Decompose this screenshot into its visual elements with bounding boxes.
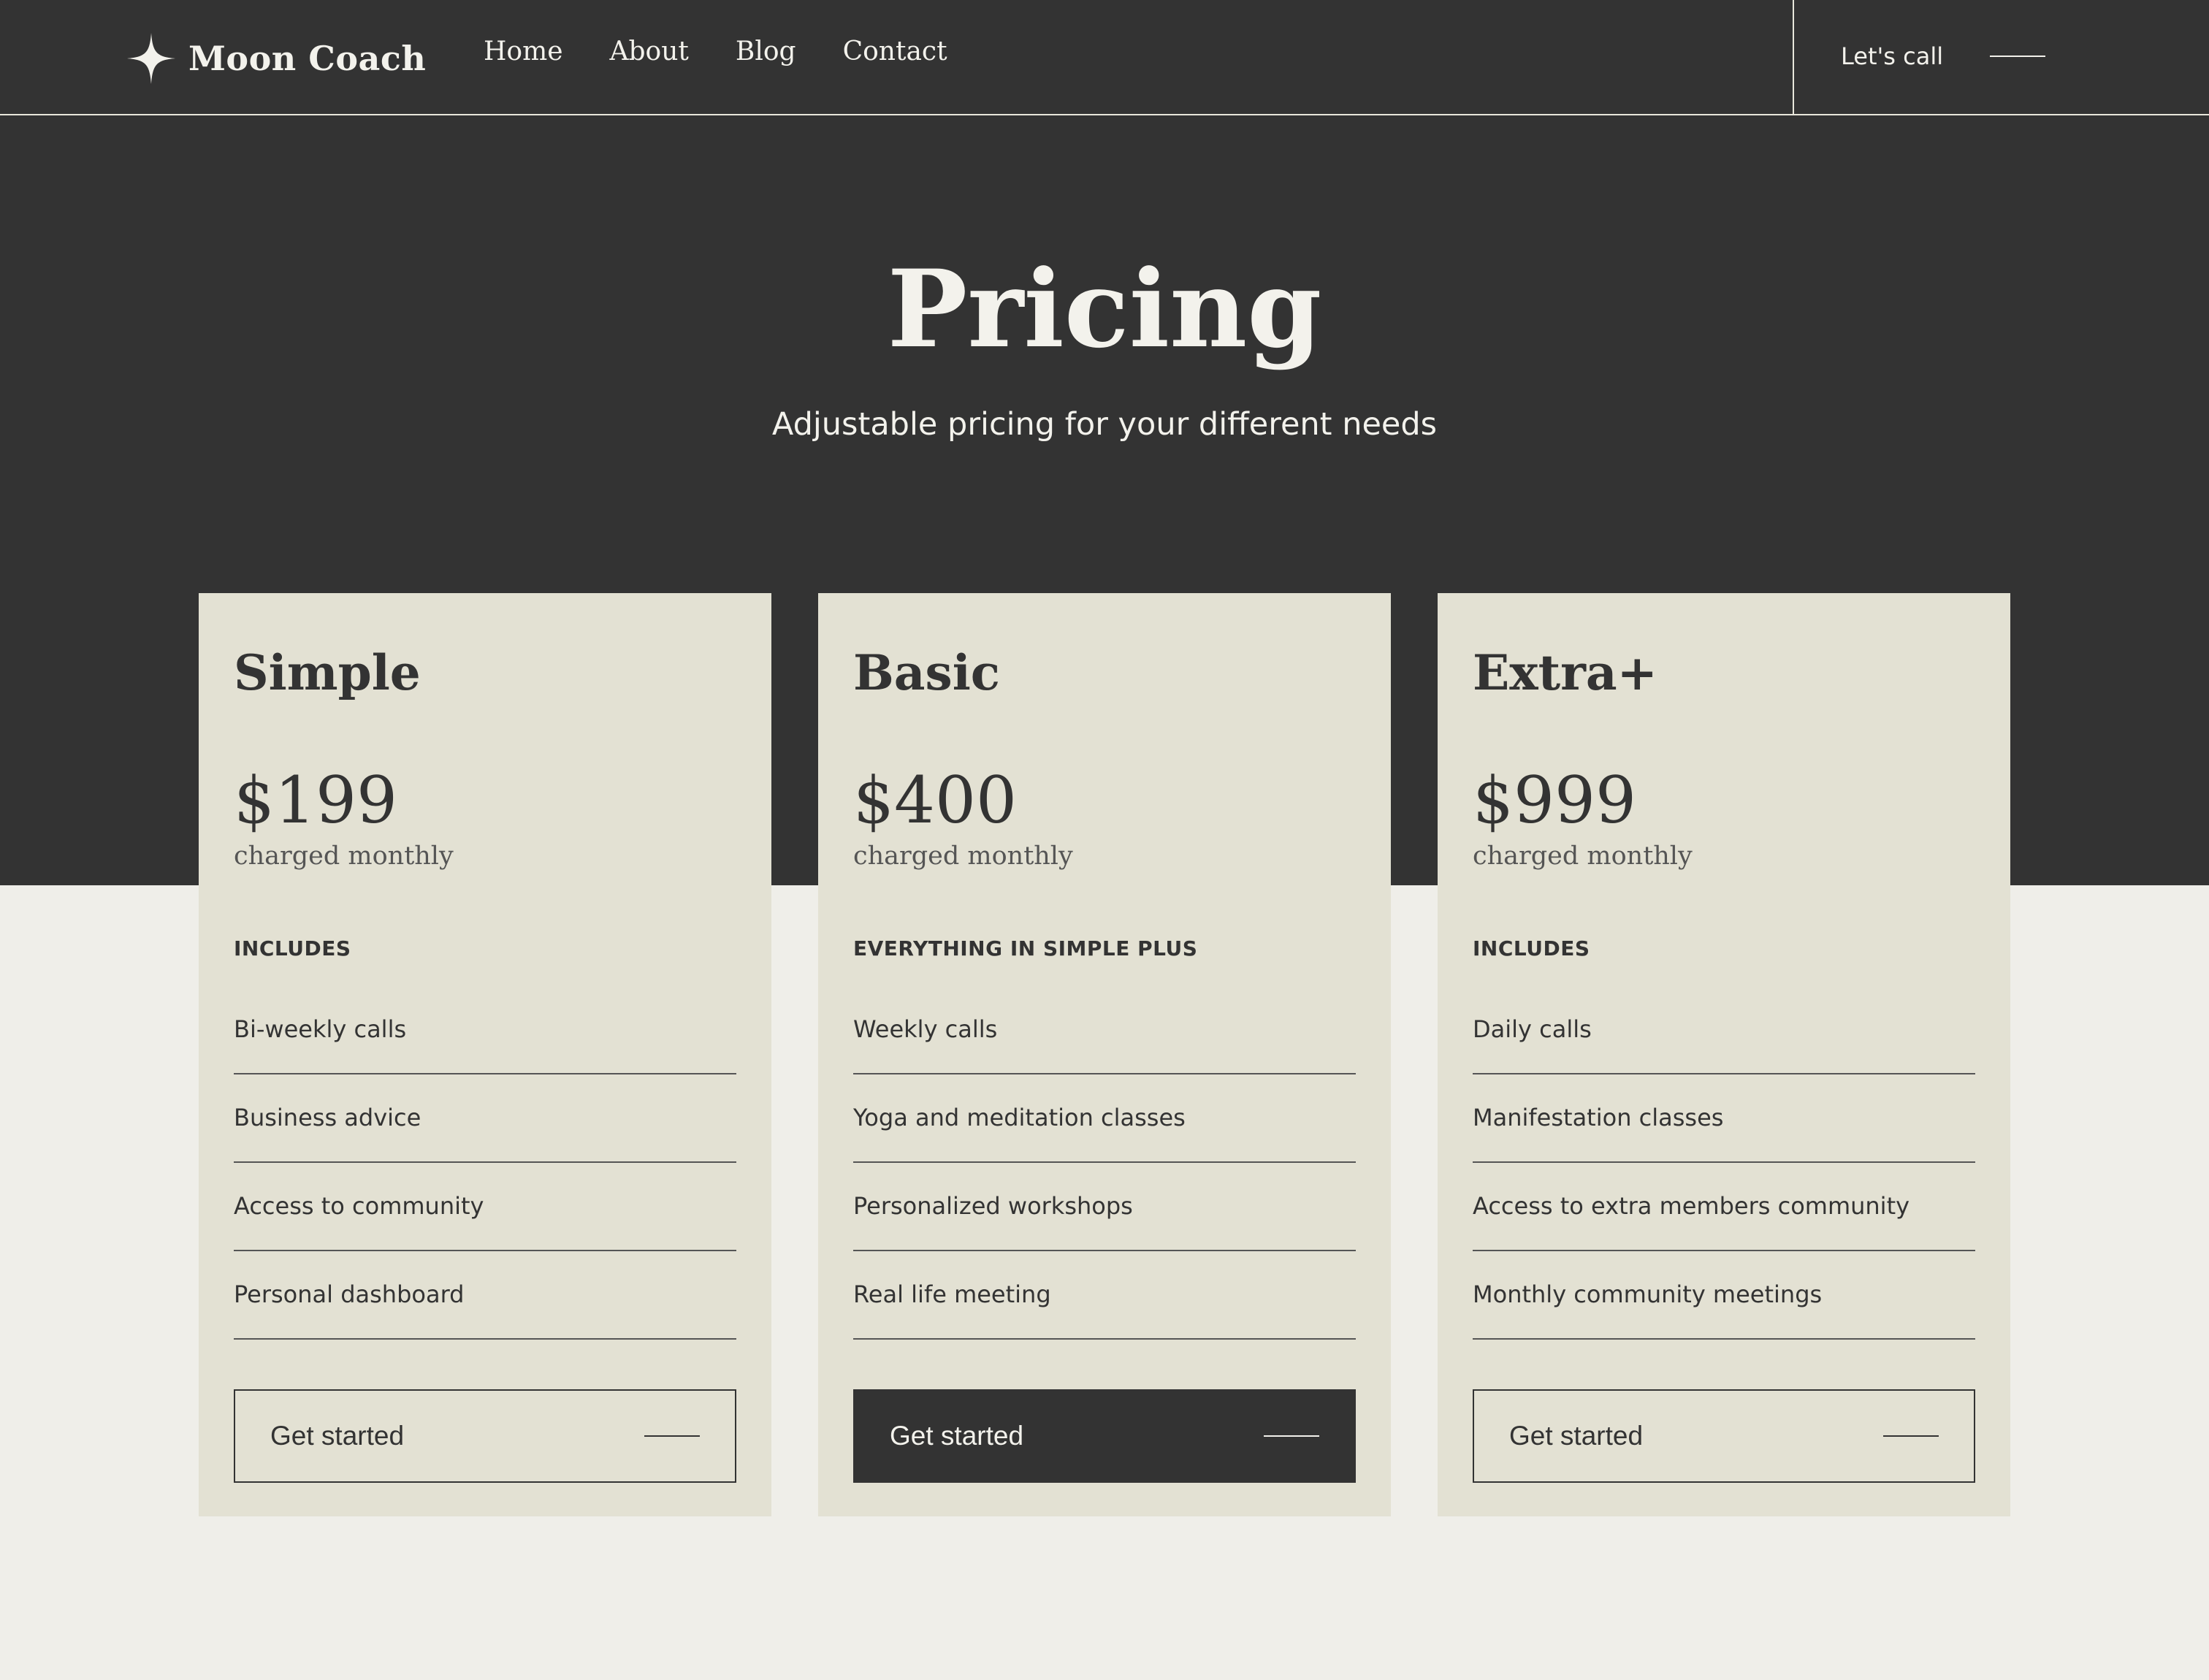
pricing-card-basic: Basic $400 charged monthly EVERYTHING IN… [818,593,1391,1516]
plan-name: Extra+ [1473,644,1657,701]
feature-item: Real life meeting [853,1251,1356,1340]
feature-item: Personal dashboard [234,1251,736,1340]
brand-logo[interactable]: Moon Coach [127,32,426,85]
feature-list: Daily calls Manifestation classes Access… [1473,986,1975,1340]
plan-price: $999 [1473,763,1636,838]
page-subtitle: Adjustable pricing for your different ne… [771,406,1438,443]
nav-link-home[interactable]: Home [484,37,563,66]
plan-name: Simple [234,644,421,701]
plan-price: $199 [234,763,397,838]
line-arrow-icon [1883,1435,1939,1437]
button-label: Get started [1509,1421,1644,1451]
feature-item: Access to extra members community [1473,1163,1975,1251]
nav-divider [1793,0,1794,115]
nav-link-blog[interactable]: Blog [736,37,796,66]
feature-list: Weekly calls Yoga and meditation classes… [853,986,1356,1340]
lets-call-button[interactable]: Let's call [1841,42,2046,70]
line-arrow-icon [1264,1435,1319,1437]
nav-links: Home About Blog Contact [484,37,947,66]
pricing-card-extra-plus: Extra+ $999 charged monthly INCLUDES Dai… [1438,593,2010,1516]
feature-item: Yoga and meditation classes [853,1074,1356,1163]
get-started-button-extra-plus[interactable]: Get started [1473,1389,1975,1483]
line-arrow-icon [1990,56,2046,57]
feature-item: Personalized workshops [853,1163,1356,1251]
top-navigation: Moon Coach Home About Blog Contact Let's… [0,0,2209,115]
feature-item: Access to community [234,1163,736,1251]
plan-name: Basic [853,644,1000,701]
plan-includes-label: INCLUDES [1473,936,1590,961]
feature-item: Monthly community meetings [1473,1251,1975,1340]
feature-item: Business advice [234,1074,736,1163]
plan-includes-label: EVERYTHING IN SIMPLE PLUS [853,936,1198,961]
plan-price: $400 [853,763,1017,838]
plan-period: charged monthly [234,841,454,871]
feature-item: Bi-weekly calls [234,986,736,1074]
four-point-star-icon [127,33,175,84]
get-started-button-simple[interactable]: Get started [234,1389,736,1483]
line-arrow-icon [644,1435,700,1437]
page-title: Pricing [887,247,1322,372]
brand-name: Moon Coach [188,39,427,78]
get-started-button-basic[interactable]: Get started [853,1389,1356,1483]
feature-item: Manifestation classes [1473,1074,1975,1163]
plan-period: charged monthly [1473,841,1693,871]
pricing-card-simple: Simple $199 charged monthly INCLUDES Bi-… [199,593,771,1516]
plan-includes-label: INCLUDES [234,936,351,961]
lets-call-label: Let's call [1841,42,1944,70]
feature-item: Daily calls [1473,986,1975,1074]
feature-item: Weekly calls [853,986,1356,1074]
button-label: Get started [890,1421,1024,1451]
button-label: Get started [270,1421,405,1451]
plan-period: charged monthly [853,841,1073,871]
nav-link-contact[interactable]: Contact [843,37,947,66]
nav-link-about[interactable]: About [610,37,689,66]
feature-list: Bi-weekly calls Business advice Access t… [234,986,736,1340]
